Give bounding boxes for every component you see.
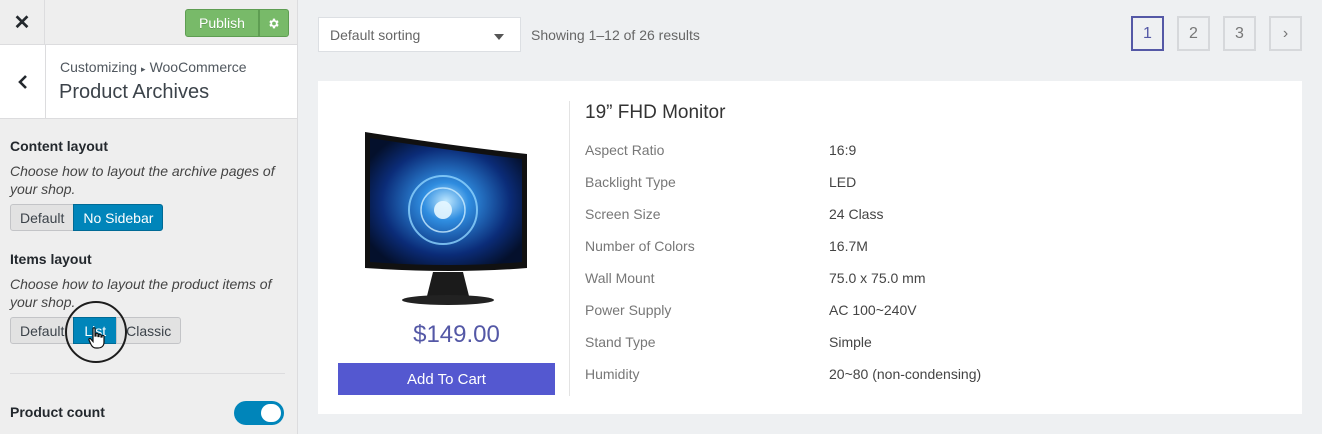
publish-button[interactable]: Publish bbox=[185, 9, 259, 37]
next-page-button[interactable]: › bbox=[1269, 16, 1302, 51]
add-to-cart-button[interactable]: Add To Cart bbox=[338, 363, 555, 395]
gear-icon bbox=[269, 18, 280, 28]
spec-value: 16.7M bbox=[829, 238, 868, 254]
close-customizer-button[interactable]: ✕ bbox=[0, 0, 45, 44]
spec-value: 75.0 x 75.0 mm bbox=[829, 270, 926, 286]
chevron-down-icon bbox=[494, 34, 504, 40]
customizer-header: ✕ Publish bbox=[0, 0, 297, 45]
spec-label: Wall Mount bbox=[585, 270, 655, 286]
content-layout-title: Content layout bbox=[10, 138, 108, 154]
spec-label: Backlight Type bbox=[585, 174, 676, 190]
product-price: $149.00 bbox=[413, 321, 500, 348]
back-button[interactable] bbox=[0, 45, 46, 118]
content-layout-description: Choose how to layout the archive pages o… bbox=[10, 163, 275, 197]
content-layout-default-button[interactable]: Default bbox=[10, 204, 75, 231]
product-image[interactable] bbox=[363, 128, 533, 306]
items-layout-title: Items layout bbox=[10, 251, 92, 267]
content-layout-no-sidebar-button[interactable]: No Sidebar bbox=[73, 204, 164, 231]
pagination: 1 2 3 › bbox=[1131, 16, 1302, 51]
spec-value: 24 Class bbox=[829, 206, 884, 222]
breadcrumb-root: Customizing bbox=[60, 59, 138, 75]
page-2[interactable]: 2 bbox=[1177, 16, 1210, 51]
hand-cursor-icon bbox=[88, 327, 105, 349]
product-count-toggle[interactable] bbox=[234, 401, 284, 425]
breadcrumb: Customizing ▸ WooCommerce bbox=[60, 59, 247, 75]
spec-label: Humidity bbox=[585, 366, 640, 382]
spec-value: LED bbox=[829, 174, 857, 190]
spec-value: AC 100~240V bbox=[829, 302, 917, 318]
product-title[interactable]: 19” FHD Monitor bbox=[585, 102, 725, 124]
publish-settings-button[interactable] bbox=[258, 9, 289, 37]
product-count-title: Product count bbox=[10, 404, 105, 420]
chevron-right-icon: › bbox=[1282, 24, 1289, 42]
sorting-select[interactable]: Default sorting bbox=[318, 17, 521, 52]
shop-preview: Default sorting Showing 1–12 of 26 resul… bbox=[298, 0, 1322, 434]
chevron-left-icon bbox=[17, 74, 27, 89]
toggle-knob bbox=[261, 404, 281, 422]
page-1[interactable]: 1 bbox=[1131, 16, 1164, 51]
breadcrumb-separator: ▸ bbox=[141, 64, 146, 74]
spec-label: Screen Size bbox=[585, 206, 661, 222]
publish-group: Publish bbox=[185, 9, 289, 37]
spec-label: Stand Type bbox=[585, 334, 656, 350]
product-card: $149.00 Add To Cart 19” FHD Monitor Aspe… bbox=[318, 81, 1302, 414]
spec-label: Number of Colors bbox=[585, 238, 695, 254]
section-title: Product Archives bbox=[59, 81, 210, 103]
spec-value: 16:9 bbox=[829, 142, 857, 158]
spec-label: Power Supply bbox=[585, 302, 672, 318]
spec-value: 20~80 (non-condensing) bbox=[829, 366, 982, 382]
content-layout-buttons: Default No Sidebar bbox=[10, 204, 164, 231]
sorting-value: Default sorting bbox=[330, 26, 421, 43]
section-header: Customizing ▸ WooCommerce Product Archives bbox=[0, 45, 297, 119]
spec-value: Simple bbox=[829, 334, 872, 350]
spec-label: Aspect Ratio bbox=[585, 142, 665, 158]
items-layout-description: Choose how to layout the product items o… bbox=[10, 276, 272, 310]
close-icon: ✕ bbox=[13, 11, 31, 34]
divider bbox=[10, 373, 285, 374]
divider bbox=[569, 101, 570, 396]
result-count: Showing 1–12 of 26 results bbox=[531, 27, 700, 43]
breadcrumb-panel: WooCommerce bbox=[149, 59, 247, 75]
customizer-sidebar: ✕ Publish Customizing ▸ WooCommerce Produc… bbox=[0, 0, 298, 434]
page-3[interactable]: 3 bbox=[1223, 16, 1256, 51]
